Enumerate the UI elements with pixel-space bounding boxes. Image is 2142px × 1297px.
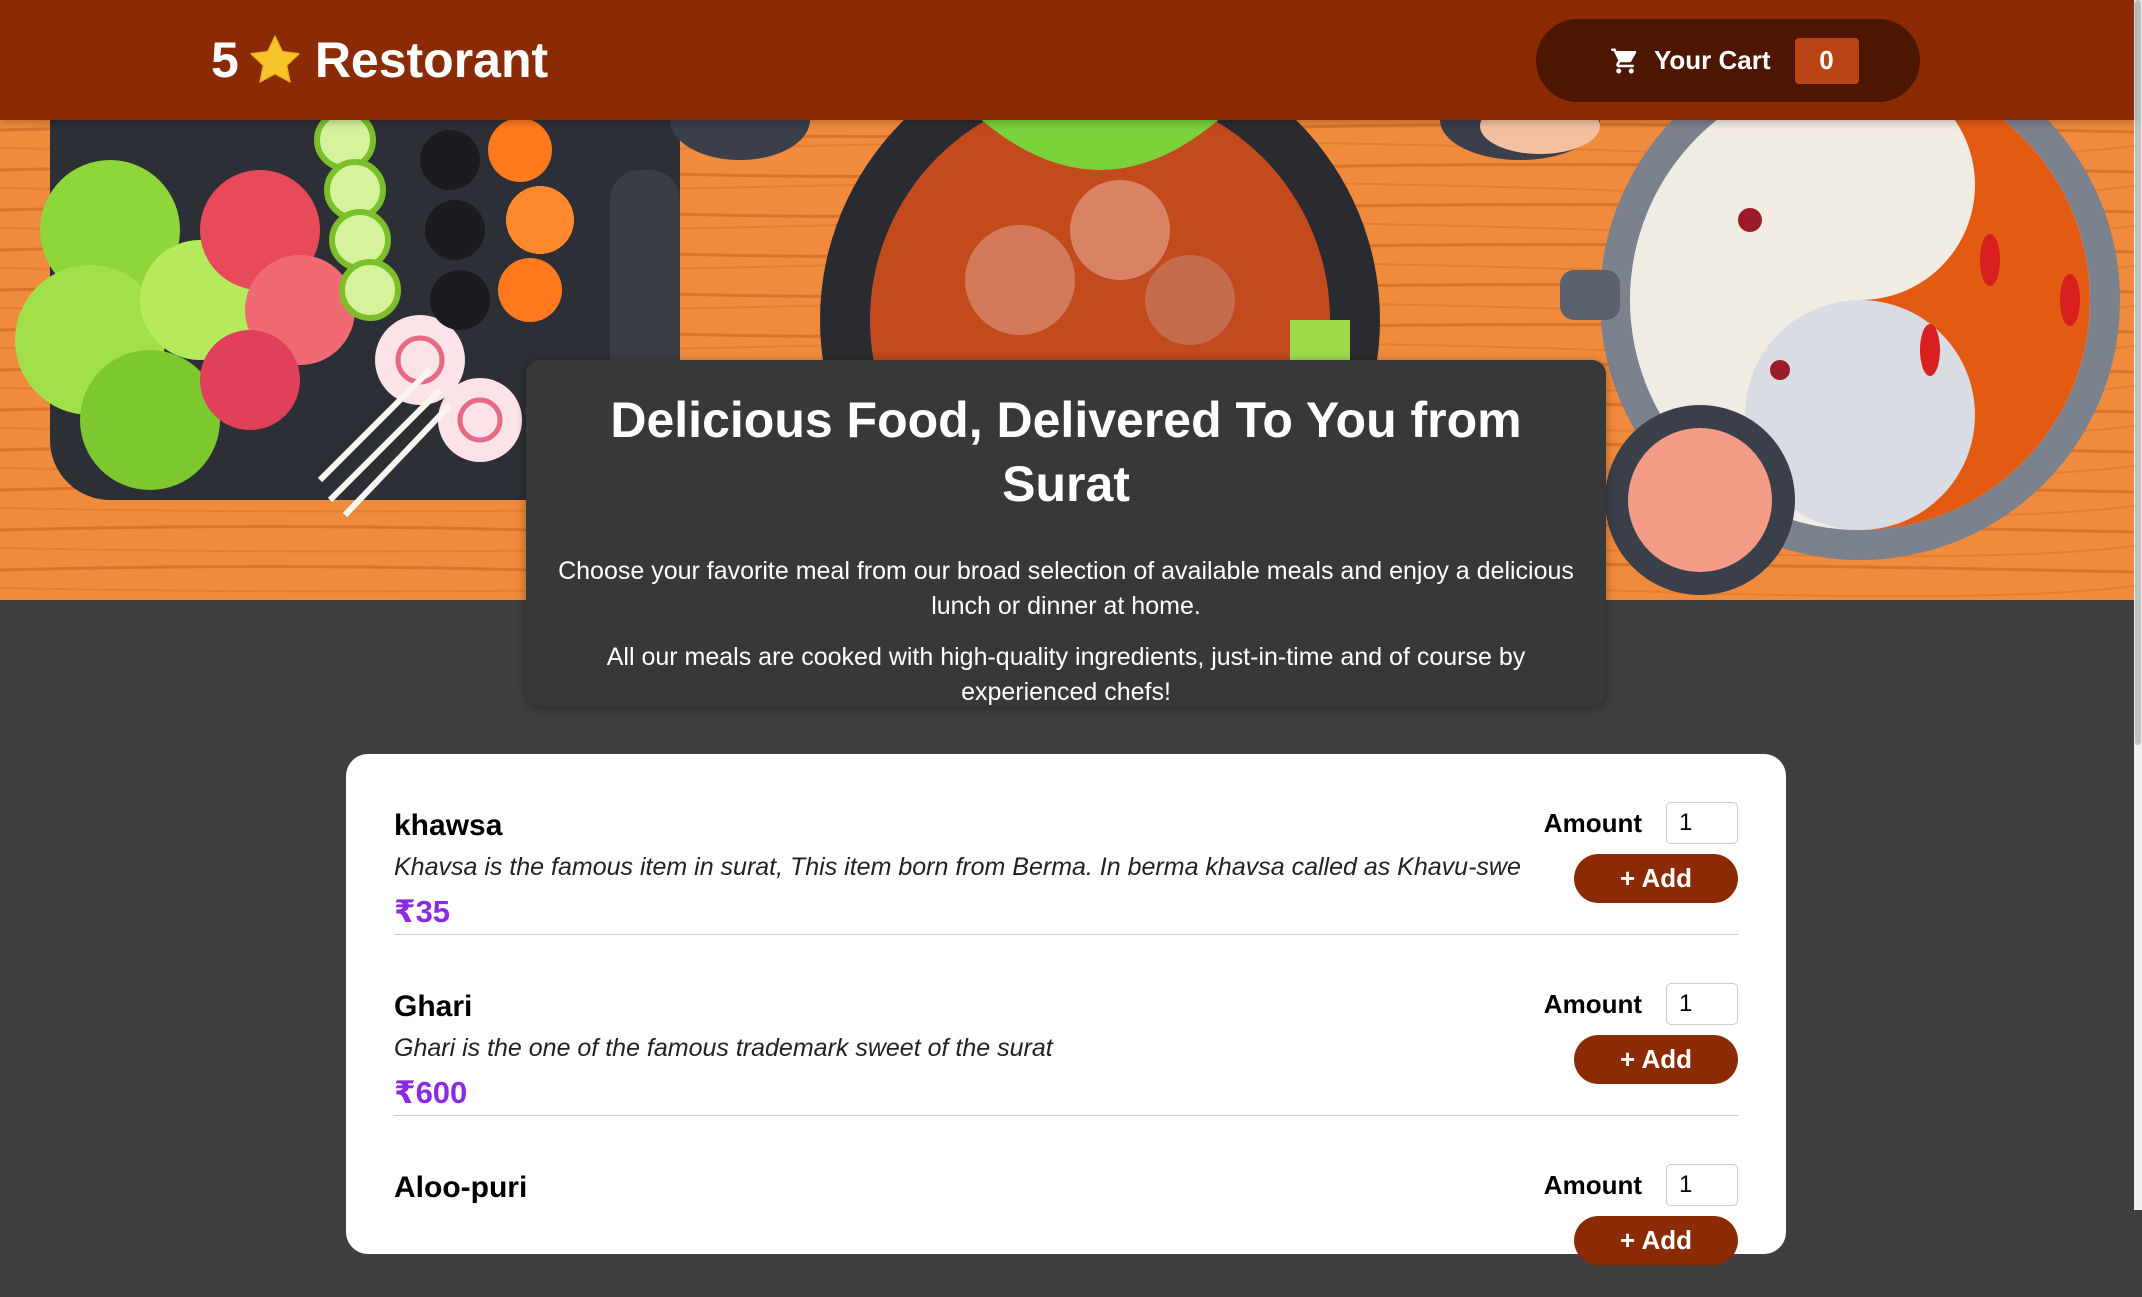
amount-input[interactable]	[1666, 802, 1738, 844]
cart-button[interactable]: Your Cart 0	[1536, 19, 1920, 102]
add-to-cart-button[interactable]: + Add	[1574, 1035, 1738, 1084]
amount-label: Amount	[1543, 1169, 1642, 1200]
summary-card: Delicious Food, Delivered To You from Su…	[526, 360, 1606, 706]
amount-label: Amount	[1543, 988, 1642, 1019]
add-to-cart-button[interactable]: + Add	[1574, 1216, 1738, 1265]
amount-control: Amount	[1544, 802, 1738, 844]
cart-count-badge: 0	[1794, 37, 1859, 84]
cart-label: Your Cart	[1654, 45, 1771, 75]
meal-item: khawsa Khavsa is the famous item in sura…	[394, 754, 1738, 935]
meal-item: Ghari Ghari is the one of the famous tra…	[394, 935, 1738, 1116]
meal-price: ₹600	[394, 1075, 468, 1110]
add-to-cart-button[interactable]: + Add	[1574, 854, 1738, 903]
site-header: 5 Restorant Your Cart 0	[0, 0, 2134, 120]
summary-paragraph-2: All our meals are cooked with high-quali…	[606, 643, 1526, 706]
meal-name: Ghari	[394, 990, 473, 1023]
summary-title: Delicious Food, Delivered To You from Su…	[610, 392, 1522, 512]
star-icon	[250, 35, 300, 83]
amount-control: Amount	[1544, 1164, 1738, 1206]
brand-logo[interactable]: 5 Restorant	[211, 28, 548, 92]
meal-name: khawsa	[394, 809, 503, 842]
meal-item: Aloo-puri Amount + Add	[394, 1116, 1738, 1297]
brand-number: 5	[211, 32, 239, 88]
meal-description: Ghari is the one of the famous trademark…	[394, 1034, 1053, 1062]
summary-paragraph-1: Choose your favorite meal from our broad…	[558, 557, 1574, 620]
amount-input[interactable]	[1666, 1164, 1738, 1206]
amount-label: Amount	[1543, 807, 1642, 838]
page-scrollbar[interactable]	[2134, 0, 2142, 1210]
meal-description: Khavsa is the famous item in surat, This…	[394, 853, 1521, 881]
scrollbar-thumb[interactable]	[2135, 0, 2141, 745]
amount-input[interactable]	[1666, 983, 1738, 1025]
meal-price: ₹35	[394, 894, 451, 929]
amount-control: Amount	[1544, 983, 1738, 1025]
cart-icon	[1611, 48, 1637, 73]
brand-name: Restorant	[314, 32, 549, 88]
meal-name: Aloo-puri	[394, 1171, 528, 1204]
meals-list: khawsa Khavsa is the famous item in sura…	[346, 754, 1786, 1265]
